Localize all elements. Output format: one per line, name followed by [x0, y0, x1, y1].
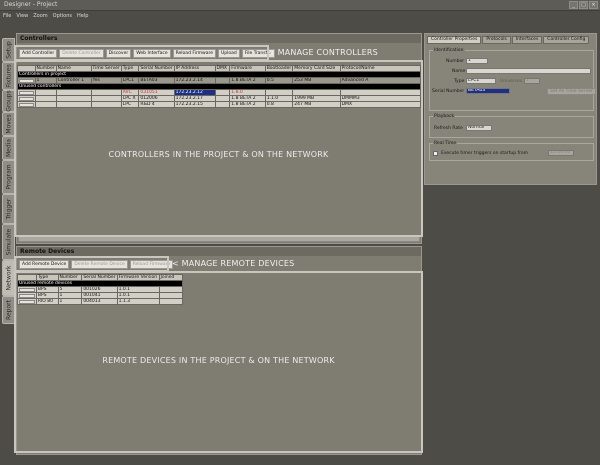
manage-controllers-frame [14, 45, 269, 61]
remote-body-annotation: REMOTE DEVICES IN THE PROJECT & ON THE N… [102, 356, 335, 365]
name-label: Name [452, 69, 466, 74]
controllers-title: Controllers [17, 34, 421, 43]
menu-file[interactable]: File [3, 13, 11, 19]
controllers-frame [14, 60, 423, 237]
manage-remote-annotation: < MANAGE REMOTE DEVICES [172, 259, 295, 268]
title-bar: Designer - Project _ □ × [0, 0, 600, 11]
number-label: Number [446, 59, 465, 64]
manage-remote-frame [14, 256, 169, 272]
properties-tabs: Controller Properties Protocols Interfac… [427, 36, 590, 44]
identification-label: Identification [433, 48, 465, 53]
menu-bar: File View Zoom Options Help [0, 11, 600, 21]
tab-controller-properties[interactable]: Controller Properties [427, 36, 482, 44]
tab-interfaces[interactable]: Interfaces [511, 36, 543, 44]
set-as-time-server-button[interactable]: Set As Time Server [547, 88, 596, 95]
serial-number-label: Serial Number [432, 89, 465, 94]
name-field[interactable] [466, 68, 591, 74]
menu-zoom[interactable]: Zoom [33, 13, 47, 19]
serial-number-select[interactable]: BETA03 [466, 88, 510, 94]
playback-label: Playback [433, 114, 456, 119]
type-select[interactable]: LPC1 [466, 78, 496, 84]
menu-help[interactable]: Help [77, 13, 88, 19]
real-time-group: Real Time Execute timer triggers on star… [429, 141, 594, 161]
menu-view[interactable]: View [16, 13, 28, 19]
menu-options[interactable]: Options [53, 13, 72, 19]
remote-devices-title: Remote Devices [17, 247, 421, 256]
refresh-rate-label: Refresh Rate [434, 126, 463, 131]
number-stepper[interactable]: 1 [466, 58, 488, 64]
tab-protocols[interactable]: Protocols [482, 36, 511, 44]
universes-label: Universes [500, 79, 523, 84]
manage-controllers-annotation: < MANAGE CONTROLLERS [268, 48, 378, 57]
minimize-icon[interactable]: _ [569, 1, 578, 9]
tab-controller-config[interactable]: Controller Config [543, 36, 590, 44]
controller-properties-panel: Controller Properties Protocols Interfac… [424, 33, 597, 185]
real-time-label: Real Time [433, 141, 458, 146]
identification-group: Identification Number 1 Name Type LPC1 U… [429, 48, 596, 111]
refresh-rate-select[interactable]: Normal [466, 125, 492, 131]
startup-time-field[interactable]: 12:00:00 [548, 150, 574, 156]
execute-timer-checkbox[interactable] [433, 151, 438, 156]
maximize-icon[interactable]: □ [579, 1, 588, 9]
execute-timer-label: Execute timer triggers on startup from [441, 151, 528, 156]
controllers-body-annotation: CONTROLLERS IN THE PROJECT & ON THE NETW… [108, 150, 329, 159]
playback-group: Playback Refresh Rate Normal [429, 114, 594, 138]
close-icon[interactable]: × [589, 1, 598, 9]
window-title: Designer - Project [4, 1, 58, 8]
type-label: Type [454, 79, 465, 84]
universes-select[interactable]: 1 [524, 78, 540, 84]
